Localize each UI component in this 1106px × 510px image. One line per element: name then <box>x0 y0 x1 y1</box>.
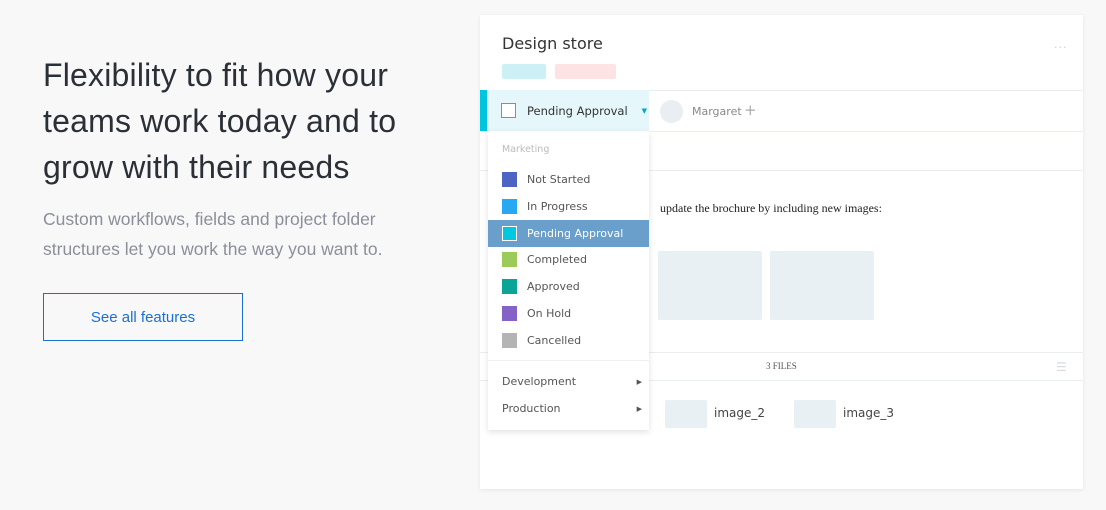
submenu-development[interactable]: Development ▶ <box>502 375 642 388</box>
caret-right-icon: ▶ <box>636 377 642 386</box>
status-color-swatch <box>502 252 517 268</box>
status-option-label: Completed <box>527 253 587 267</box>
status-option[interactable]: Pending Approval <box>488 219 649 247</box>
caret-right-icon: ▶ <box>636 404 642 413</box>
menu-group-label: Marketing <box>502 144 550 155</box>
status-dropdown[interactable]: Pending Approval ▼ <box>480 90 649 131</box>
task-card: Design store ··· Pending Approval ▼ Marg… <box>480 15 1083 489</box>
file-name[interactable]: image_3 <box>843 406 894 420</box>
submenu-label: Production <box>502 402 561 415</box>
status-label: Pending Approval <box>527 103 628 118</box>
list-view-icon[interactable]: ☰ <box>1056 360 1067 374</box>
status-color-swatch <box>502 279 517 295</box>
status-option-label: Not Started <box>527 173 591 186</box>
avatar <box>660 100 683 123</box>
status-option[interactable]: Cancelled <box>488 327 649 354</box>
status-option[interactable]: On Hold <box>488 300 649 327</box>
status-color-swatch <box>502 172 517 187</box>
tag[interactable] <box>502 64 546 79</box>
status-option-label: Cancelled <box>527 333 582 347</box>
hero-heading: Flexibility to fit how your teams work t… <box>43 57 397 185</box>
status-menu: Marketing Not Started In Progress Pending … <box>488 131 649 430</box>
status-option[interactable]: Not Started <box>488 166 649 193</box>
image-placeholder[interactable] <box>770 251 874 320</box>
status-option-label: On Hold <box>527 307 572 320</box>
status-option[interactable]: Approved <box>488 273 649 300</box>
status-color-swatch <box>502 198 517 214</box>
status-color-swatch <box>502 225 517 241</box>
status-option-label: Pending Approval <box>527 226 624 240</box>
status-option-label: Approved <box>527 280 580 294</box>
file-thumbnail[interactable] <box>665 400 707 428</box>
caret-down-icon: ▼ <box>641 106 648 115</box>
submenu-label: Development <box>502 375 577 388</box>
task-description: update the brochure by including new ima… <box>660 201 882 215</box>
submenu-production[interactable]: Production ▶ <box>502 402 642 415</box>
hero-subtext: Custom workflows, fields and project fol… <box>43 209 383 259</box>
assignee-name[interactable]: Margaret <box>692 105 742 118</box>
ellipsis-icon[interactable]: ··· <box>1054 41 1068 54</box>
status-option[interactable]: Completed <box>488 246 649 273</box>
see-all-features-button[interactable]: See all features <box>43 293 243 341</box>
file-name[interactable]: image_2 <box>714 406 765 420</box>
add-assignee-icon[interactable]: + <box>744 101 757 119</box>
status-swatch <box>501 103 516 118</box>
status-color-swatch <box>502 332 517 348</box>
status-option[interactable]: In Progress <box>488 193 649 220</box>
image-placeholder[interactable] <box>658 251 762 320</box>
task-title: Design store <box>502 34 603 53</box>
file-thumbnail[interactable] <box>794 400 836 428</box>
status-color-swatch <box>502 306 517 321</box>
status-option-label: In Progress <box>527 199 588 213</box>
files-count: 3 FILES <box>766 361 797 371</box>
tag[interactable] <box>555 64 616 79</box>
